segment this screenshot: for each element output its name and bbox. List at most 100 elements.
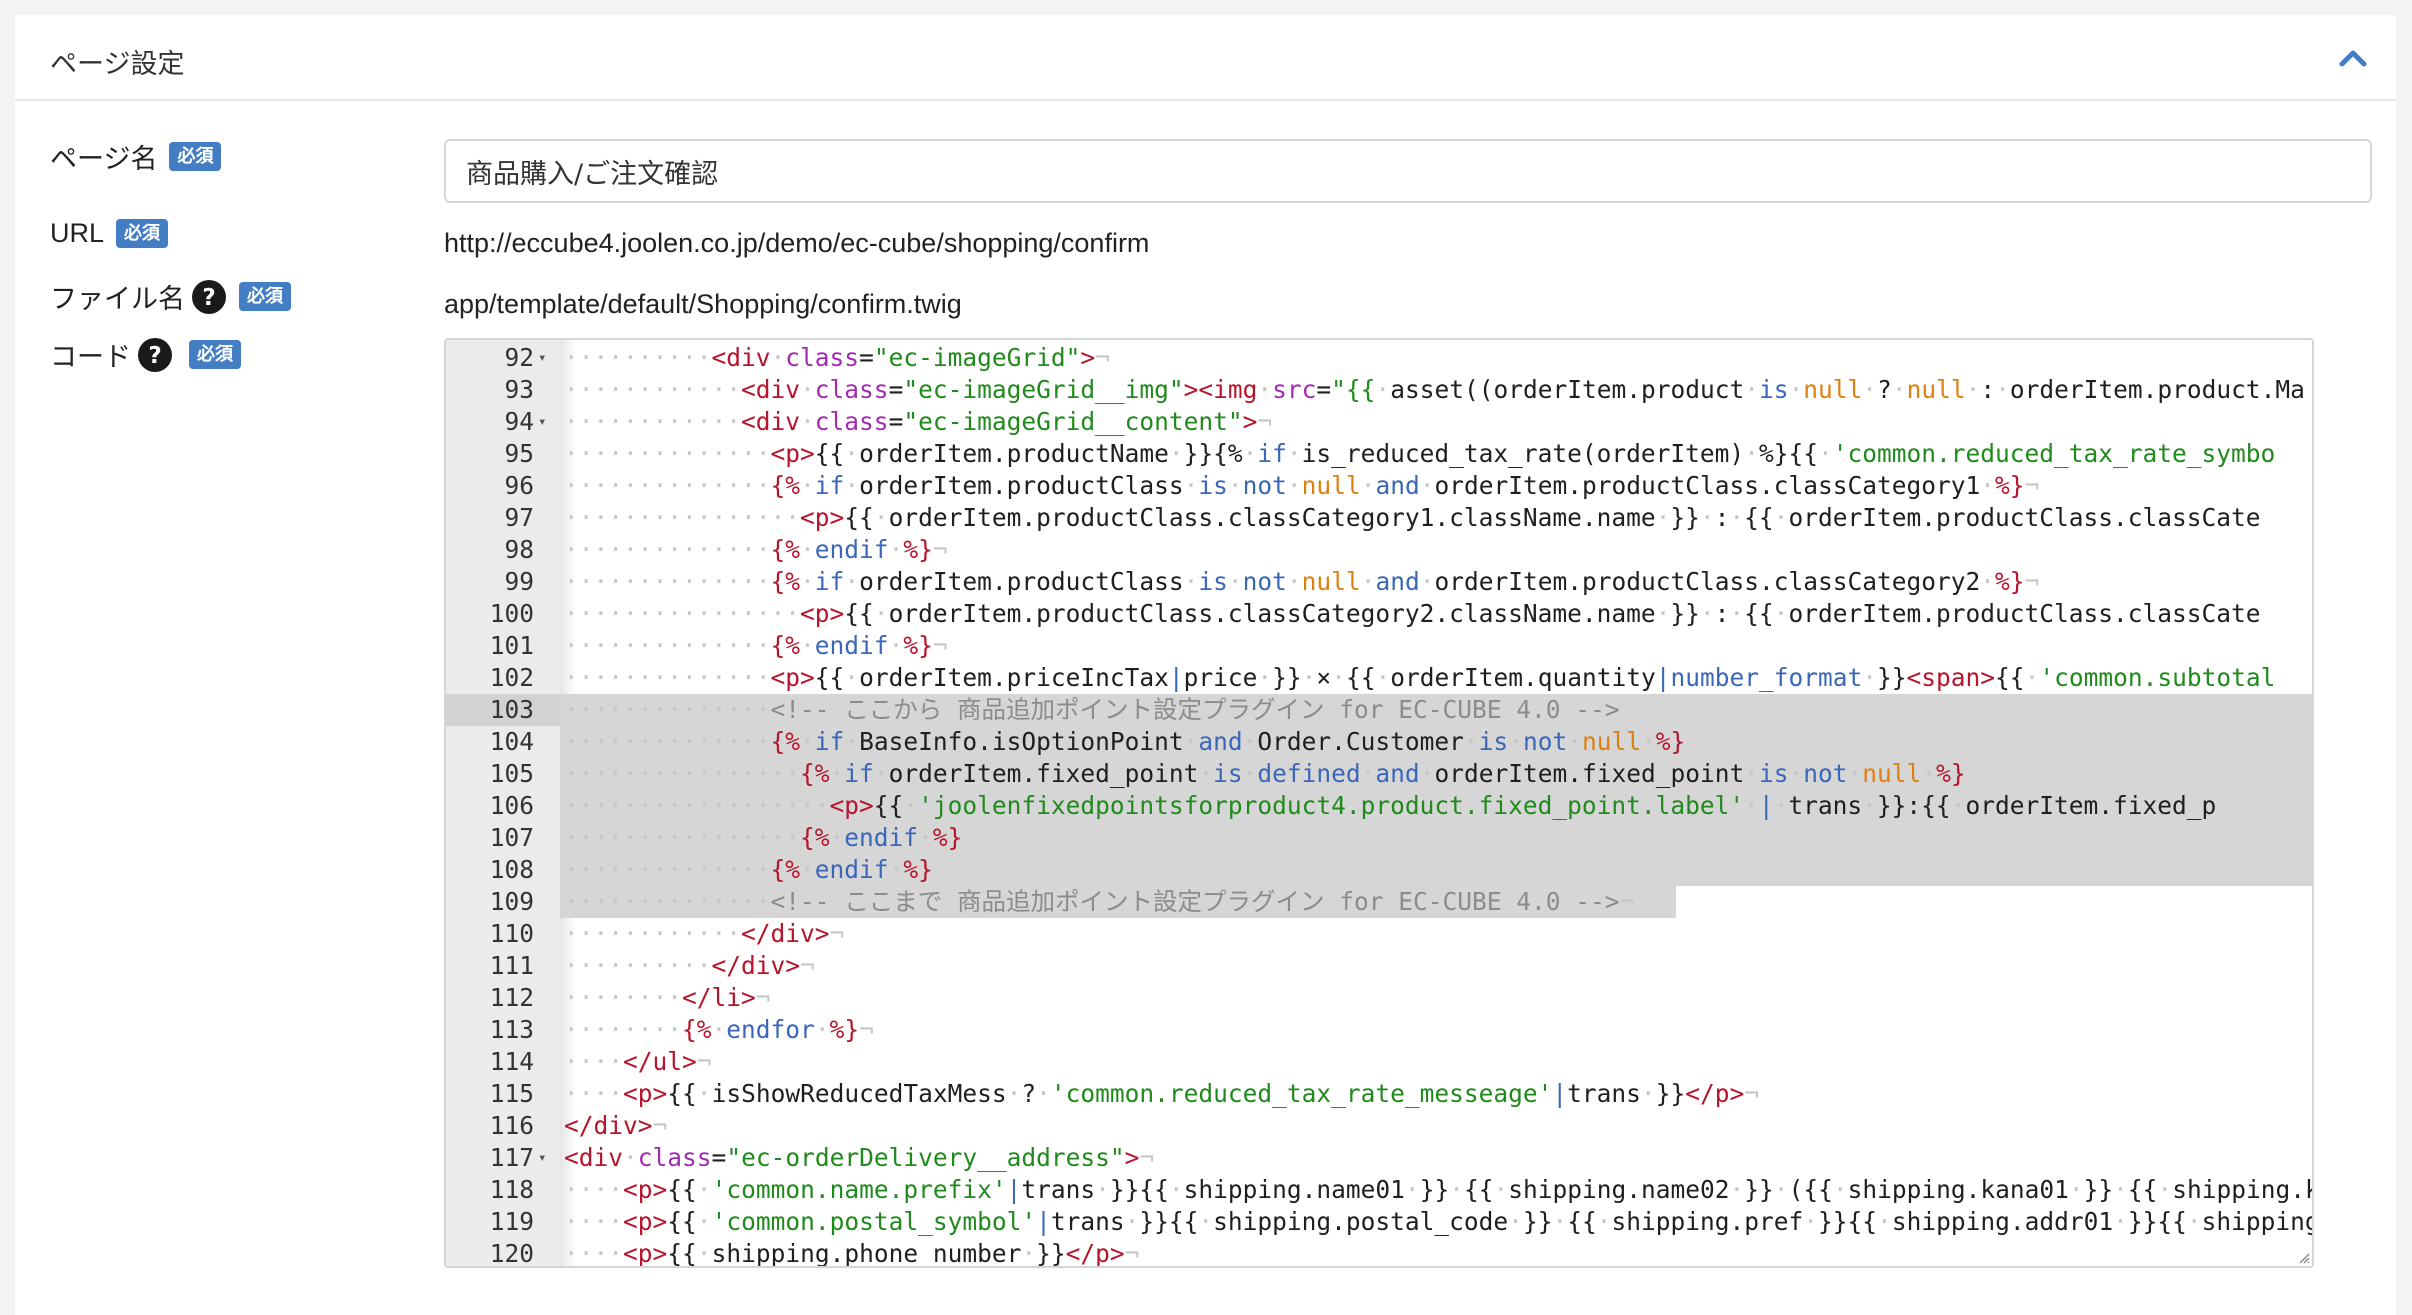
page-name-label: ページ名 必須 [50, 137, 222, 176]
code-line[interactable]: 94 ▾ ············<div·class="ec-imageGrid_… [446, 406, 2312, 438]
chevron-up-icon[interactable] [2338, 45, 2368, 71]
resize-grip-icon[interactable] [2296, 1250, 2310, 1264]
code-line[interactable]: 114 ····</ul>¬ [446, 1046, 2312, 1078]
line-number: 107 [489, 823, 534, 852]
card-header[interactable]: ページ設定 [15, 15, 2396, 101]
code-line[interactable]: 108 ··············{%·endif·%} [446, 854, 2312, 886]
line-code: ····<p>{{·'common.name.prefix'|trans·}}{… [564, 1175, 2312, 1204]
code-line[interactable]: 111 ··········</div>¬ [446, 950, 2312, 982]
line-code: ··············<p>{{·orderItem.productNam… [564, 439, 2276, 468]
line-number: 119 [489, 1207, 534, 1236]
code-line[interactable]: 103 ··············<!-- ここから 商品追加ポイント設定プラグ… [446, 694, 2312, 726]
line-number: 97 [504, 503, 534, 532]
code-line[interactable]: 105 ················{%·if·orderItem.fixed… [446, 758, 2312, 790]
line-code: ················<p>{{·orderItem.productC… [564, 503, 2261, 532]
code-line[interactable]: 113 ········{%·endfor·%}¬ [446, 1014, 2312, 1046]
line-code: ····</ul>¬ [564, 1047, 712, 1076]
code-label: コード ? 必須 [50, 335, 241, 374]
code-line[interactable]: 102 ··············<p>{{·orderItem.priceIn… [446, 662, 2312, 694]
code-line[interactable]: 92 ▾ ··········<div·class="ec-imageGrid">¬ [446, 342, 2312, 374]
line-number: 93 [504, 375, 534, 404]
code-line[interactable]: 110 ············</div>¬ [446, 918, 2312, 950]
line-code: ····<p>{{·'common.postal_symbol'|trans·}… [564, 1207, 2312, 1236]
code-line[interactable]: 117 ▾ <div·class="ec-orderDelivery__addres… [446, 1142, 2312, 1174]
code-line[interactable]: 101 ··············{%·endif·%}¬ [446, 630, 2312, 662]
code-line[interactable]: 115 ····<p>{{·isShowReducedTaxMess·?·'com… [446, 1078, 2312, 1110]
line-number: 120 [489, 1239, 534, 1268]
line-number: 104 [489, 727, 534, 756]
code-label-text: コード [50, 342, 131, 373]
fold-toggle-icon[interactable]: ▾ [538, 342, 552, 374]
code-line[interactable]: 93 ············<div·class="ec-imageGrid__… [446, 374, 2312, 406]
line-code: ················<p>{{·orderItem.productC… [564, 599, 2261, 628]
line-number: 96 [504, 471, 534, 500]
line-code: ········</li>¬ [564, 983, 771, 1012]
code-line[interactable]: 120 ····<p>{{·shipping.phone_number·}}</p… [446, 1238, 2312, 1268]
fold-toggle-icon[interactable]: ▾ [538, 406, 552, 438]
line-code: </div>¬ [564, 1111, 668, 1140]
required-badge: 必須 [116, 219, 169, 248]
line-code: ················{%·endif·%} [564, 823, 963, 852]
line-code: <div·class="ec-orderDelivery__address">¬ [564, 1143, 1155, 1172]
required-badge: 必須 [189, 340, 241, 369]
question-circle-icon[interactable]: ? [137, 337, 173, 373]
required-badge: 必須 [239, 282, 291, 311]
line-code: ············<div·class="ec-imageGrid__co… [564, 407, 1273, 436]
line-code: ··················<p>{{·'joolenfixedpoin… [564, 791, 2217, 820]
code-line[interactable]: 109 ··············<!-- ここまで 商品追加ポイント設定プラグ… [446, 886, 2312, 918]
panel-title: ページ設定 [50, 49, 185, 80]
line-code: ··············{%·endif·%}¬ [564, 631, 948, 660]
code-line[interactable]: 104 ··············{%·if·BaseInfo.isOption… [446, 726, 2312, 758]
question-circle-icon[interactable]: ? [191, 279, 227, 315]
line-code: ········{%·endfor·%}¬ [564, 1015, 874, 1044]
page-settings-card: ページ設定 ページ名 必須 URL 必須 http://eccube4.jool… [15, 15, 2396, 1315]
line-number: 94 [504, 407, 534, 436]
code-line[interactable]: 97 ················<p>{{·orderItem.produc… [446, 502, 2312, 534]
code-line[interactable]: 118 ····<p>{{·'common.name.prefix'|trans·… [446, 1174, 2312, 1206]
line-code: ············</div>¬ [564, 919, 845, 948]
line-code: ············<div·class="ec-imageGrid__im… [564, 375, 2305, 404]
page-name-label-text: ページ名 [50, 144, 158, 175]
code-line[interactable]: 100 ················<p>{{·orderItem.produ… [446, 598, 2312, 630]
code-line[interactable]: 99 ··············{%·if·orderItem.productC… [446, 566, 2312, 598]
file-name-value: app/template/default/Shopping/confirm.tw… [444, 289, 962, 319]
line-code: ··············{%·if·orderItem.productCla… [564, 471, 2040, 500]
line-number: 92 [504, 343, 534, 372]
code-line[interactable]: 119 ····<p>{{·'common.postal_symbol'|tran… [446, 1206, 2312, 1238]
line-number: 113 [489, 1015, 534, 1044]
line-code: ··············<!-- ここから 商品追加ポイント設定プラグイン … [564, 695, 1620, 724]
line-number: 106 [489, 791, 534, 820]
code-line[interactable]: 112 ········</li>¬ [446, 982, 2312, 1014]
code-line[interactable]: 95 ··············<p>{{·orderItem.productN… [446, 438, 2312, 470]
code-line[interactable]: 106 ··················<p>{{·'joolenfixedp… [446, 790, 2312, 822]
line-code: ··········<div·class="ec-imageGrid">¬ [564, 343, 1110, 372]
line-code: ··············{%·endif·%}¬ [564, 535, 948, 564]
line-code: ····<p>{{·isShowReducedTaxMess·?·'common… [564, 1079, 1759, 1108]
code-line[interactable]: 107 ················{%·endif·%} [446, 822, 2312, 854]
line-number: 99 [504, 567, 534, 596]
line-number: 116 [489, 1111, 534, 1140]
required-badge: 必須 [169, 142, 222, 171]
code-editor[interactable]: 92 ▾ ··········<div·class="ec-imageGrid">¬… [444, 338, 2314, 1268]
line-number: 111 [489, 951, 534, 980]
line-number: 103 [489, 695, 534, 724]
line-number: 109 [489, 887, 534, 916]
code-lines[interactable]: 92 ▾ ··········<div·class="ec-imageGrid">¬… [446, 342, 2312, 1268]
line-code: ················{%·if·orderItem.fixed_po… [564, 759, 1966, 788]
line-number: 101 [489, 631, 534, 660]
line-number: 115 [489, 1079, 534, 1108]
page-name-input[interactable] [444, 139, 2372, 203]
line-code: ··············{%·if·BaseInfo.isOptionPoi… [564, 727, 1686, 756]
line-number: 100 [489, 599, 534, 628]
code-line[interactable]: 116 </div>¬ [446, 1110, 2312, 1142]
svg-text:?: ? [202, 285, 215, 311]
line-number: 112 [489, 983, 534, 1012]
line-number: 108 [489, 855, 534, 884]
code-line[interactable]: 98 ··············{%·endif·%}¬ [446, 534, 2312, 566]
fold-toggle-icon[interactable]: ▾ [538, 1142, 552, 1174]
code-line[interactable]: 96 ··············{%·if·orderItem.productC… [446, 470, 2312, 502]
line-code: ··············<p>{{·orderItem.priceIncTa… [564, 663, 2276, 692]
line-code: ··············{%·if·orderItem.productCla… [564, 567, 2040, 596]
line-number: 102 [489, 663, 534, 692]
file-name-label-text: ファイル名 [50, 284, 185, 315]
